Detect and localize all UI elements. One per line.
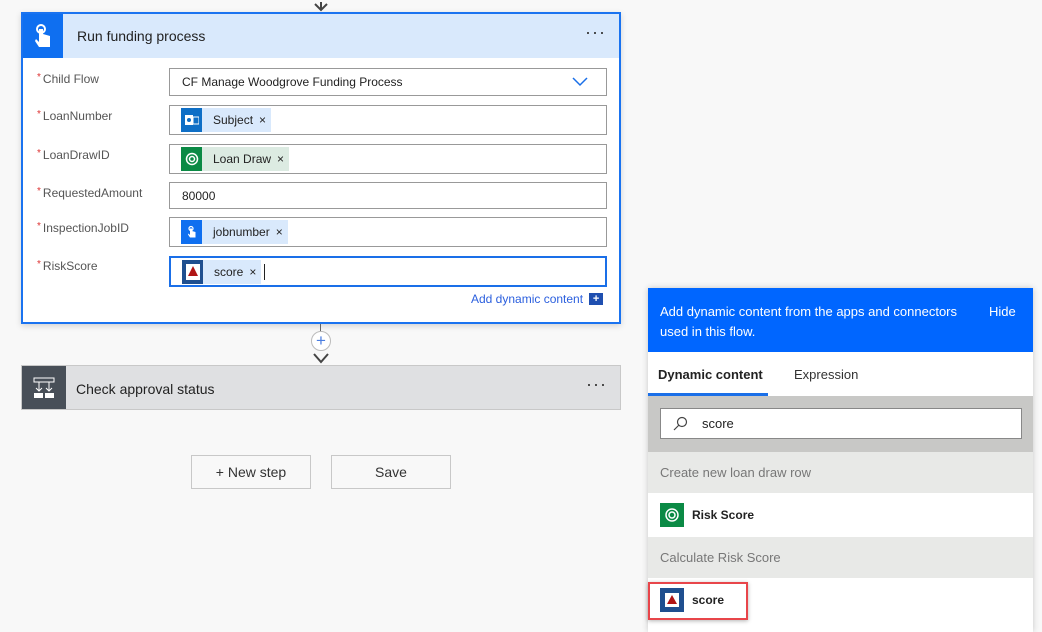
requested-amount-input[interactable]: 80000 xyxy=(169,182,607,209)
search-value: score xyxy=(702,416,734,431)
token-label: jobnumber xyxy=(213,225,270,239)
item-label: Risk Score xyxy=(692,508,755,522)
token-loan-draw: Loan Draw × xyxy=(181,147,290,171)
field-label-child-flow: * Child Flow xyxy=(37,72,99,86)
search-input[interactable]: score xyxy=(660,408,1022,439)
tab-expression[interactable]: Expression xyxy=(794,367,858,382)
hide-button[interactable]: Hide xyxy=(989,304,1016,319)
section-calculate-risk-score: Calculate Risk Score xyxy=(648,537,1033,578)
risk-score-input[interactable]: score × xyxy=(169,256,607,287)
token-label: Subject xyxy=(213,113,254,127)
dataverse-icon xyxy=(660,503,684,527)
step-title: Check approval status xyxy=(76,381,215,397)
add-dynamic-label: Add dynamic content xyxy=(471,292,584,306)
inspection-job-id-input[interactable]: jobnumber × xyxy=(169,217,607,247)
search-icon xyxy=(673,416,688,430)
dynamic-item-risk-score[interactable]: Risk Score xyxy=(648,493,1033,537)
touch-icon xyxy=(181,220,202,244)
loan-draw-id-input[interactable]: Loan Draw × xyxy=(169,144,607,174)
add-dynamic-content-link[interactable]: Add dynamic content + xyxy=(471,292,604,306)
token-label: score xyxy=(214,264,244,279)
condition-icon xyxy=(22,366,66,409)
more-options-button[interactable]: ··· xyxy=(586,374,607,395)
token-label: Loan Draw xyxy=(213,152,272,166)
token-score: score × xyxy=(182,259,262,284)
field-label-requested-amount: * RequestedAmount xyxy=(37,186,143,200)
field-label-loan-draw-id: * LoanDrawID xyxy=(37,148,110,162)
child-flow-dropdown[interactable]: CF Manage Woodgrove Funding Process xyxy=(169,68,607,96)
top-connector-arrow xyxy=(312,0,330,12)
remove-token-button[interactable]: × xyxy=(277,152,289,166)
insert-step-plus-button[interactable]: + xyxy=(311,331,331,351)
field-label-loan-number: * LoanNumber xyxy=(37,109,113,123)
requested-amount-value: 80000 xyxy=(182,188,216,203)
run-funding-process-card: Run funding process ··· * Child Flow CF M… xyxy=(21,12,621,324)
tab-dynamic-content[interactable]: Dynamic content xyxy=(658,367,763,382)
remove-token-button[interactable]: × xyxy=(249,265,261,279)
dataverse-icon xyxy=(181,147,202,171)
touch-icon xyxy=(23,14,63,58)
chevron-down-icon xyxy=(572,77,588,87)
more-options-button[interactable]: ··· xyxy=(585,22,606,43)
card-header[interactable]: Run funding process ··· xyxy=(23,14,619,58)
token-subject: Subject × xyxy=(181,108,272,132)
panel-header: Add dynamic content from the apps and co… xyxy=(648,288,1033,352)
panel-header-text: Add dynamic content from the apps and co… xyxy=(660,304,958,339)
child-flow-value: CF Manage Woodgrove Funding Process xyxy=(182,75,403,89)
text-cursor xyxy=(264,263,266,280)
highlight-box xyxy=(648,582,748,620)
field-label-risk-score: * RiskScore xyxy=(37,259,98,273)
remove-token-button[interactable]: × xyxy=(259,113,271,127)
new-step-button[interactable]: + New step xyxy=(191,455,311,489)
card-title: Run funding process xyxy=(77,28,206,44)
field-label-inspection-job-id: * InspectionJobID xyxy=(37,221,129,235)
remove-token-button[interactable]: × xyxy=(276,225,288,239)
save-button[interactable]: Save xyxy=(331,455,451,489)
plus-icon: + xyxy=(589,293,604,305)
section-create-new-loan-draw-row: Create new loan draw row xyxy=(648,452,1033,493)
risk-app-icon xyxy=(182,259,203,284)
token-jobnumber: jobnumber × xyxy=(181,220,288,244)
outlook-icon xyxy=(181,108,202,132)
check-approval-status-card[interactable]: Check approval status ··· xyxy=(21,365,621,410)
dynamic-content-panel: Add dynamic content from the apps and co… xyxy=(648,288,1033,632)
loan-number-input[interactable]: Subject × xyxy=(169,105,607,135)
search-area: score xyxy=(648,396,1033,452)
